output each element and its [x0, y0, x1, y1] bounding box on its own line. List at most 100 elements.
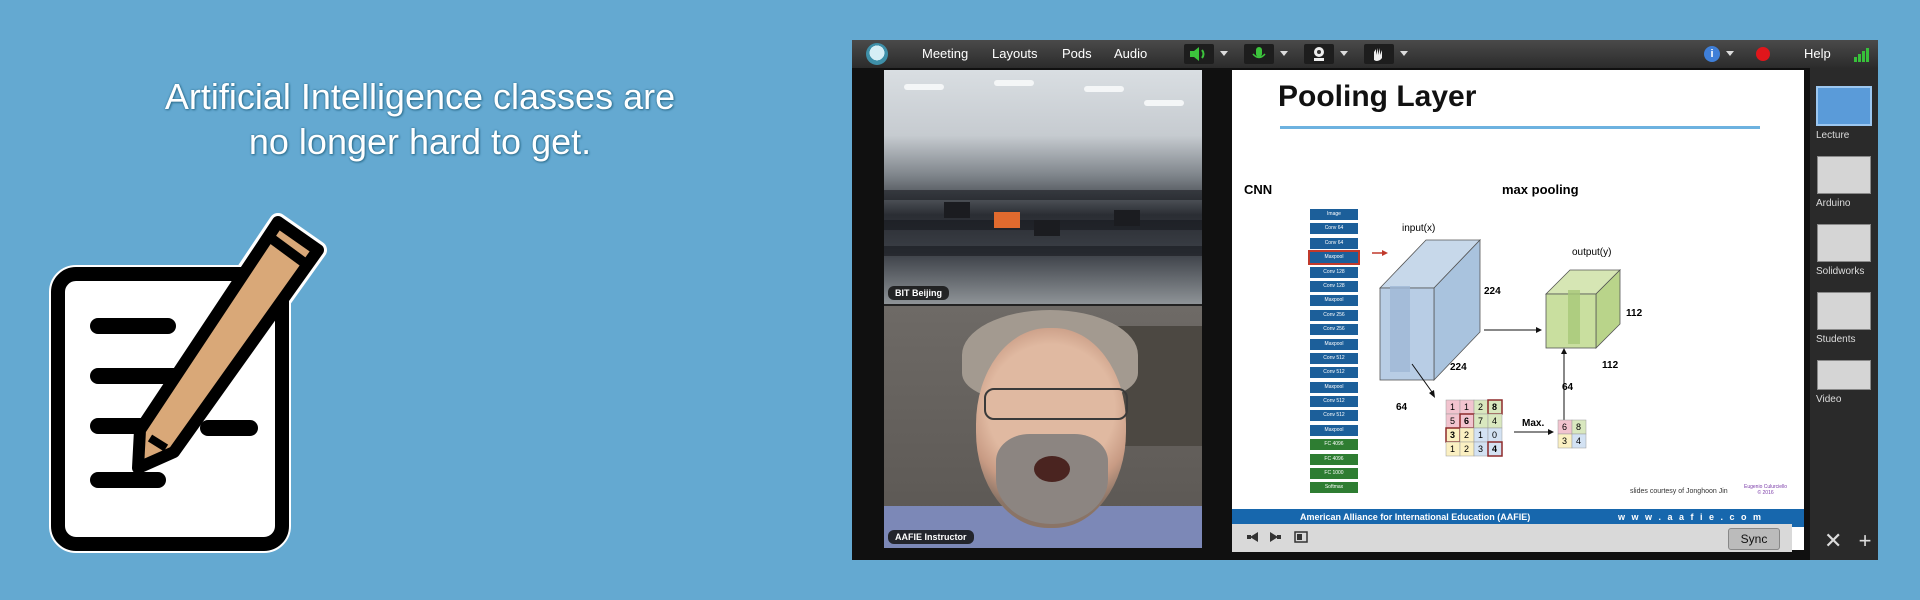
cnn-layer: Conv 256 — [1310, 309, 1358, 321]
cnn-layer: FC 4096 — [1310, 439, 1358, 451]
output-height-label: 112 — [1626, 308, 1643, 319]
cnn-layer: Conv 64 — [1310, 223, 1358, 235]
cnn-layer: Image — [1310, 209, 1358, 220]
layout-label: Video — [1816, 394, 1842, 405]
layout-solidworks[interactable]: Solidworks — [1814, 224, 1874, 277]
cnn-layer: Softmax — [1310, 482, 1358, 494]
cnn-layer: Maxpool — [1310, 381, 1358, 393]
camera-dropdown-icon[interactable] — [1340, 51, 1348, 56]
microphone-button[interactable] — [1244, 44, 1274, 64]
grid-cell: 5 — [1450, 416, 1455, 426]
add-layout-icon[interactable]: + — [1859, 528, 1872, 553]
pooled-grid: 6 8 3 4 — [1557, 419, 1587, 449]
headline-line-1: Artificial Intelligence classes are — [164, 76, 676, 117]
sync-button[interactable]: Sync — [1728, 528, 1780, 550]
grid-cell: 2 — [1464, 430, 1469, 440]
tools-icon[interactable]: ✕ — [1824, 528, 1842, 553]
slide-credit-author: Eugenio Culurciello © 2016 — [1744, 484, 1787, 496]
cnn-layer: Conv 512 — [1310, 352, 1358, 364]
grid-cell: 1 — [1478, 430, 1483, 440]
layout-thumbnail — [1816, 86, 1872, 126]
grid-cell: 7 — [1478, 416, 1483, 426]
cnn-layer: Maxpool — [1310, 424, 1358, 436]
menu-help[interactable]: Help — [1804, 46, 1831, 61]
video-feed-instructor: AAFIE Instructor — [884, 306, 1202, 548]
grid-cell: 8 — [1492, 402, 1497, 412]
layout-label: Solidworks — [1816, 266, 1865, 277]
layout-video[interactable]: Video — [1814, 360, 1874, 405]
cnn-layer: Conv 256 — [1310, 324, 1358, 336]
slide-title-rule — [1280, 126, 1760, 129]
slide-controls: Sync — [1232, 524, 1792, 552]
cnn-layer: FC 1000 — [1310, 468, 1358, 480]
cnn-layer-selected: Maxpool — [1308, 250, 1360, 266]
menu-audio[interactable]: Audio — [1114, 46, 1147, 61]
menu-meeting[interactable]: Meeting — [922, 46, 968, 61]
layout-thumbnail — [1817, 360, 1871, 390]
cnn-layer: Conv 64 — [1310, 237, 1358, 249]
video-label-instructor: AAFIE Instructor — [888, 530, 974, 544]
speaker-icon — [1190, 47, 1205, 61]
raise-hand-button[interactable] — [1364, 44, 1394, 64]
layout-thumbnail — [1817, 156, 1871, 194]
speaker-button[interactable] — [1184, 44, 1214, 64]
layout-arduino[interactable]: Arduino — [1814, 156, 1874, 209]
hand-dropdown-icon[interactable] — [1400, 51, 1408, 56]
grid-cell: 3 — [1478, 444, 1483, 454]
webcam-icon — [1314, 47, 1324, 61]
layout-label: Students — [1816, 334, 1856, 345]
sidebar-tools: ✕ + — [1824, 528, 1871, 554]
menu-layouts[interactable]: Layouts — [992, 46, 1038, 61]
layout-students[interactable]: Students — [1814, 292, 1874, 345]
speaker-dropdown-icon[interactable] — [1220, 51, 1228, 56]
cnn-layer: Conv 512 — [1310, 410, 1358, 422]
grid-cell: 4 — [1492, 444, 1497, 454]
grid-cell: 1 — [1450, 402, 1455, 412]
cnn-layer: Conv 512 — [1310, 396, 1358, 408]
slide-title: Pooling Layer — [1278, 80, 1477, 113]
info-dropdown-icon[interactable] — [1726, 51, 1734, 56]
video-feed-classroom: BIT Beijing — [884, 70, 1202, 304]
grid-cell: 6 — [1464, 416, 1469, 426]
headline-line-2: no longer hard to get. — [248, 121, 592, 162]
record-icon[interactable] — [1756, 47, 1770, 61]
credit-year: © 2016 — [1757, 490, 1774, 496]
input-grid: 1 1 2 8 5 6 7 4 3 2 1 0 1 2 3 4 — [1445, 399, 1503, 457]
output-label: output(y) — [1572, 247, 1611, 258]
cnn-layer: Conv 128 — [1310, 280, 1358, 292]
max-label: Max. — [1522, 418, 1544, 429]
cnn-layer: Maxpool — [1310, 295, 1358, 307]
grid-cell: 2 — [1478, 402, 1483, 412]
grid-cell: 3 — [1450, 430, 1455, 440]
pooling-diagram: input(x) 224 224 64 output(y) 112 112 64 — [1372, 223, 1643, 457]
input-label: input(x) — [1402, 223, 1435, 234]
meeting-window: Meeting Layouts Pods Audio i Help BIT Be… — [852, 40, 1878, 560]
grid-cell: 0 — [1492, 430, 1497, 440]
layout-lecture[interactable]: Lecture — [1814, 86, 1874, 141]
microphone-icon — [1252, 47, 1266, 59]
previous-slide-icon[interactable] — [1246, 530, 1260, 544]
layout-thumbnail — [1817, 292, 1871, 330]
video-pod: BIT Beijing AAFIE Instructor — [884, 70, 1202, 548]
input-width-label: 224 — [1450, 362, 1467, 373]
video-label-bit-beijing: BIT Beijing — [888, 286, 949, 300]
grid-cell: 1 — [1450, 444, 1455, 454]
cnn-label: CNN — [1244, 182, 1273, 197]
input-height-label: 224 — [1484, 286, 1501, 297]
microphone-dropdown-icon[interactable] — [1280, 51, 1288, 56]
pooled-cell: 4 — [1576, 436, 1581, 446]
raise-hand-icon — [1374, 48, 1382, 61]
layout-label: Arduino — [1816, 198, 1851, 209]
next-slide-icon[interactable] — [1268, 530, 1282, 544]
input-depth-label: 64 — [1396, 402, 1408, 413]
pooled-cell: 3 — [1562, 436, 1567, 446]
menu-pods[interactable]: Pods — [1062, 46, 1092, 61]
max-pooling-label: max pooling — [1502, 182, 1579, 197]
camera-button[interactable] — [1304, 44, 1334, 64]
grid-cell: 1 — [1464, 402, 1469, 412]
info-icon[interactable]: i — [1704, 46, 1720, 62]
fullscreen-icon[interactable] — [1294, 530, 1308, 544]
footer-website: w w w . a a f i e . c o m — [1618, 512, 1764, 522]
grid-cell: 4 — [1492, 416, 1497, 426]
connection-signal-icon — [1854, 46, 1872, 62]
